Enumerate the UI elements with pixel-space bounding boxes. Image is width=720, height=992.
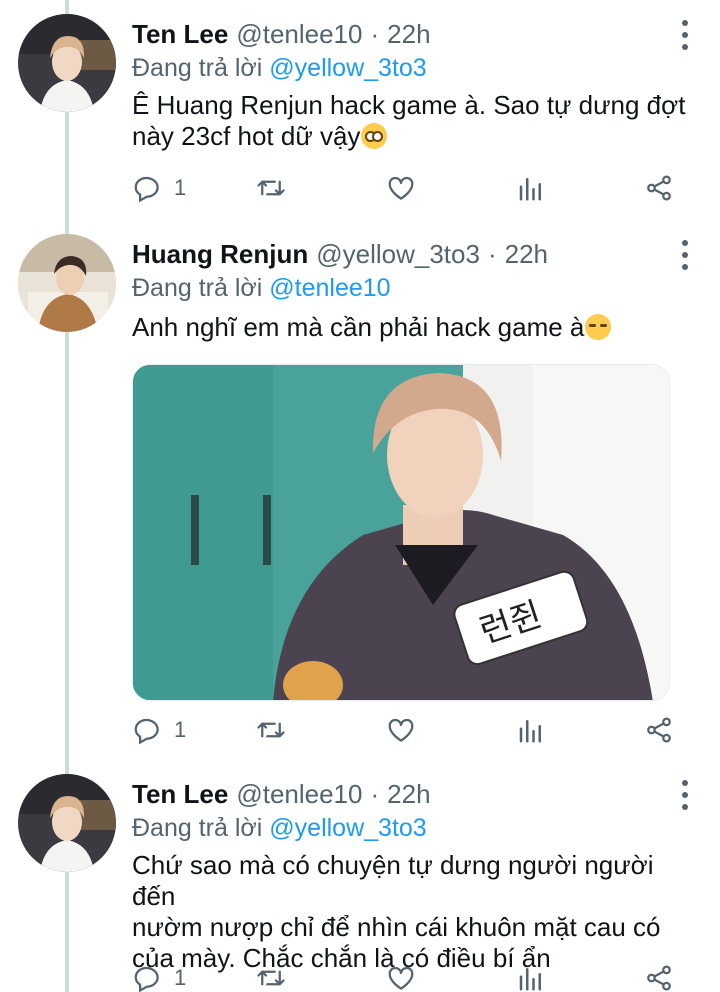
separator-dot: ·	[487, 238, 497, 269]
replying-to: Đang trả lời @tenlee10	[132, 274, 391, 303]
timestamp[interactable]: 22h	[505, 239, 548, 270]
tweet-text-content: Ê Huang Renjun hack game à. Sao tự dưng …	[132, 90, 686, 151]
more-options-icon[interactable]	[680, 240, 690, 270]
like-icon	[388, 176, 414, 200]
share-icon	[647, 717, 671, 743]
views-icon	[519, 720, 541, 743]
reply-count: 1	[174, 717, 187, 742]
separator-dot: ·	[370, 18, 380, 49]
like-icon	[388, 966, 414, 990]
views-button[interactable]	[516, 170, 546, 206]
avatar[interactable]	[18, 14, 116, 112]
more-options-icon[interactable]	[680, 20, 690, 50]
reply-icon	[134, 176, 159, 203]
reply-icon	[134, 966, 159, 992]
user-handle[interactable]: @tenlee10	[236, 779, 362, 810]
tweet-thread: Ten Lee @tenlee10 · 22h Đang trả lời @ye…	[0, 0, 720, 992]
tweet-text: Chứ sao mà có chuyện tự dưng người người…	[132, 850, 702, 974]
tweet-actions: 1	[132, 170, 692, 206]
views-icon	[519, 968, 541, 991]
like-button[interactable]	[386, 170, 416, 206]
display-name[interactable]: Ten Lee	[132, 19, 228, 50]
display-name[interactable]: Huang Renjun	[132, 239, 308, 270]
avatar[interactable]	[18, 774, 116, 872]
tweet-header: Ten Lee @tenlee10 · 22h	[132, 774, 431, 814]
share-icon	[647, 965, 671, 991]
reply-button[interactable]: 1	[132, 712, 186, 748]
separator-dot: ·	[370, 778, 380, 809]
views-icon	[519, 178, 541, 201]
tweet-1[interactable]: Ten Lee @tenlee10 · 22h Đang trả lời @ye…	[0, 14, 720, 214]
retweet-icon	[257, 180, 285, 196]
display-name[interactable]: Ten Lee	[132, 779, 228, 810]
tweet-text-content: Chứ sao mà có chuyện tự dưng người người…	[132, 850, 661, 973]
replying-prefix: Đang trả lời	[132, 274, 270, 302]
user-handle[interactable]: @yellow_3to3	[316, 239, 480, 270]
more-options-icon[interactable]	[680, 780, 690, 810]
reply-count: 1	[174, 175, 187, 200]
tweet-text-content: Anh nghĩ em mà cần phải hack game à	[132, 312, 585, 342]
like-icon	[388, 718, 414, 742]
tweet-actions: 1	[132, 712, 692, 748]
retweet-icon	[257, 722, 285, 738]
tweet-text: Ê Huang Renjun hack game à. Sao tự dưng …	[132, 90, 702, 152]
replying-mention[interactable]: @yellow_3to3	[269, 54, 426, 82]
smirking-face-emoji	[585, 314, 612, 340]
tweet-2[interactable]: Huang Renjun @yellow_3to3 · 22h Đang trả…	[0, 234, 720, 754]
tweet-3[interactable]: Ten Lee @tenlee10 · 22h Đang trả lời @ye…	[0, 774, 720, 992]
tweet-actions: 1	[132, 960, 692, 992]
share-button[interactable]	[644, 712, 674, 748]
replying-to: Đang trả lời @yellow_3to3	[132, 814, 427, 843]
retweet-button[interactable]	[256, 960, 286, 992]
share-icon	[647, 175, 671, 201]
tweet-header: Ten Lee @tenlee10 · 22h	[132, 14, 431, 54]
timestamp[interactable]: 22h	[387, 779, 430, 810]
avatar[interactable]	[18, 234, 116, 332]
retweet-icon	[257, 970, 285, 986]
tweet-text: Anh nghĩ em mà cần phải hack game à	[132, 312, 702, 343]
replying-prefix: Đang trả lời	[132, 814, 270, 842]
views-button[interactable]	[516, 960, 546, 992]
views-button[interactable]	[516, 712, 546, 748]
timestamp[interactable]: 22h	[387, 19, 430, 50]
replying-mention[interactable]: @yellow_3to3	[269, 814, 426, 842]
share-button[interactable]	[644, 170, 674, 206]
reply-count: 1	[174, 965, 187, 990]
reply-button[interactable]: 1	[132, 170, 186, 206]
reply-button[interactable]: 1	[132, 960, 186, 992]
tweet-media-photo[interactable]: 런쥔	[132, 364, 670, 701]
tweet-header: Huang Renjun @yellow_3to3 · 22h	[132, 234, 548, 274]
like-button[interactable]	[386, 712, 416, 748]
reply-icon	[134, 718, 159, 745]
retweet-button[interactable]	[256, 170, 286, 206]
user-handle[interactable]: @tenlee10	[236, 19, 362, 50]
share-button[interactable]	[644, 960, 674, 992]
flushed-face-emoji	[361, 123, 388, 149]
like-button[interactable]	[386, 960, 416, 992]
retweet-button[interactable]	[256, 712, 286, 748]
replying-to: Đang trả lời @yellow_3to3	[132, 54, 427, 83]
replying-mention[interactable]: @tenlee10	[269, 274, 390, 302]
replying-prefix: Đang trả lời	[132, 54, 270, 82]
